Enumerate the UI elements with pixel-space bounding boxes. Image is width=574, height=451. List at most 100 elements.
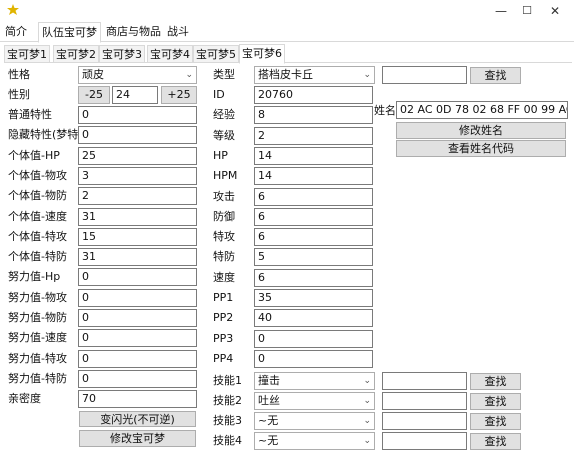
stat-value-field[interactable]: 0 [78,126,197,145]
nature-value: 顽皮 [82,68,104,81]
skill-select[interactable]: ~无 ⌄ [254,412,375,430]
skill-search-button[interactable]: 查找 [470,413,521,430]
skill-label: 技能3 [213,414,242,427]
pokemon-search-input[interactable] [382,66,467,84]
field-value[interactable]: 0 [254,329,373,348]
stat-label: 亲密度 [8,392,41,406]
stat-label: 个体值-物防 [8,189,67,203]
app-icon [7,4,19,15]
stat-value-field[interactable]: 2 [78,187,197,206]
gender-minus-button[interactable]: -25 [78,86,110,104]
type-label: 类型 [213,68,235,81]
gender-label: 性别 [8,88,30,101]
stat-value-field[interactable]: 70 [78,390,197,409]
minimize-icon[interactable]: — [488,2,514,20]
main-tabbar: 简介 队伍宝可梦 商店与物品 战斗 [0,22,574,43]
tab-shop-items[interactable]: 商店与物品 [103,22,164,42]
stat-value-field[interactable]: 3 [78,166,197,185]
stat-label: 个体值-速度 [8,209,67,223]
stat-value-field[interactable]: 0 [78,106,197,124]
stat-value-field[interactable]: 15 [78,227,197,246]
stat-value-field[interactable]: 25 [78,146,197,165]
stat-value-field[interactable]: 31 [78,248,197,267]
stat-label: 努力值-物防 [8,311,67,324]
skill-search-button[interactable]: 查找 [470,393,521,410]
maximize-icon[interactable]: ☐ [514,2,540,20]
tab-pokemon-4[interactable]: 宝可梦4 [147,45,193,63]
view-name-code-button[interactable]: 查看姓名代码 [396,140,566,157]
field-value[interactable]: 20760 [254,86,373,104]
name-label: 姓名 [374,104,396,117]
skill-search-input[interactable] [382,392,467,410]
skill-label: 技能2 [213,394,242,407]
stat-value-field[interactable]: 0 [78,309,197,327]
tab-pokemon-6[interactable]: 宝可梦6 [239,44,285,64]
skill-select[interactable]: ~无 ⌄ [254,432,375,450]
chevron-down-icon: ⌄ [363,436,371,446]
field-value[interactable]: 0 [254,349,373,368]
field-value[interactable]: 5 [254,248,373,267]
field-value[interactable]: 40 [254,309,373,328]
stat-value-field[interactable]: 0 [78,288,197,307]
skill-select[interactable]: 撞击 ⌄ [254,372,375,390]
field-value[interactable]: 35 [254,289,373,307]
modify-pokemon-button[interactable]: 修改宝可梦 [79,430,196,447]
stat-value-field[interactable]: 0 [78,349,197,368]
tab-battle[interactable]: 战斗 [164,22,192,42]
stat-value-field[interactable]: 0 [78,329,197,348]
skill-search-button[interactable]: 查找 [470,433,521,450]
title-bar: — ☐ ✕ [0,0,574,22]
skill-search-input[interactable] [382,372,467,390]
close-icon[interactable]: ✕ [542,2,568,20]
rename-button[interactable]: 修改姓名 [396,122,566,139]
nature-label: 性格 [8,68,30,81]
chevron-down-icon: ⌄ [185,70,193,80]
skill-search-button[interactable]: 查找 [470,373,521,390]
field-label: ID [213,88,225,101]
skill-search-input[interactable] [382,412,467,430]
field-value[interactable]: 6 [254,268,373,287]
stat-value-field[interactable]: 0 [78,369,197,388]
nature-select[interactable]: 顽皮 ⌄ [78,66,197,84]
field-label: 攻击 [213,189,235,203]
field-label: 经验 [213,108,235,122]
field-value[interactable]: 6 [254,187,373,206]
tab-pokemon-3[interactable]: 宝可梦3 [99,45,145,63]
tab-party-pokemon[interactable]: 队伍宝可梦 [38,22,101,43]
field-label: 特攻 [213,230,235,244]
field-label: PP4 [213,351,234,365]
field-value[interactable]: 6 [254,228,373,247]
skill-select[interactable]: 吐丝 ⌄ [254,392,375,410]
gender-value-field[interactable]: 24 [112,86,158,104]
stat-label: 努力值-速度 [8,331,67,345]
pokemon-search-button[interactable]: 查找 [470,67,521,84]
skill-value: 吐丝 [258,394,280,407]
type-select[interactable]: 搭档皮卡丘 ⌄ [254,66,375,84]
field-value[interactable]: 14 [254,146,373,165]
stat-label: 隐藏特性(梦特) [8,128,83,142]
field-value[interactable]: 14 [254,167,373,186]
tab-pokemon-5[interactable]: 宝可梦5 [193,45,239,63]
stat-value-field[interactable]: 0 [78,268,197,287]
skill-search-input[interactable] [382,432,467,450]
field-value[interactable]: 6 [254,207,373,226]
skill-label: 技能4 [213,434,242,447]
field-label: HP [213,148,228,162]
stat-label: 个体值-物攻 [8,168,67,182]
field-label: 等级 [213,128,235,142]
tab-pokemon-1[interactable]: 宝可梦1 [4,45,50,63]
gender-plus-button[interactable]: +25 [161,86,197,104]
skill-label: 技能1 [213,374,242,387]
field-label: PP3 [213,331,234,345]
stat-label: 努力值-物攻 [8,290,67,304]
chevron-down-icon: ⌄ [363,396,371,406]
name-code-field[interactable]: 02 AC 0D 78 02 68 FF 00 99 AC [396,101,568,119]
skill-value: ~无 [258,414,279,427]
tab-intro[interactable]: 简介 [2,22,30,42]
field-value[interactable]: 8 [254,106,373,125]
make-shiny-button[interactable]: 变闪光(不可逆) [79,411,196,427]
field-value[interactable]: 2 [254,126,373,145]
stat-value-field[interactable]: 31 [78,207,197,226]
tab-pokemon-2[interactable]: 宝可梦2 [53,45,99,63]
skill-value: 撞击 [258,374,280,387]
